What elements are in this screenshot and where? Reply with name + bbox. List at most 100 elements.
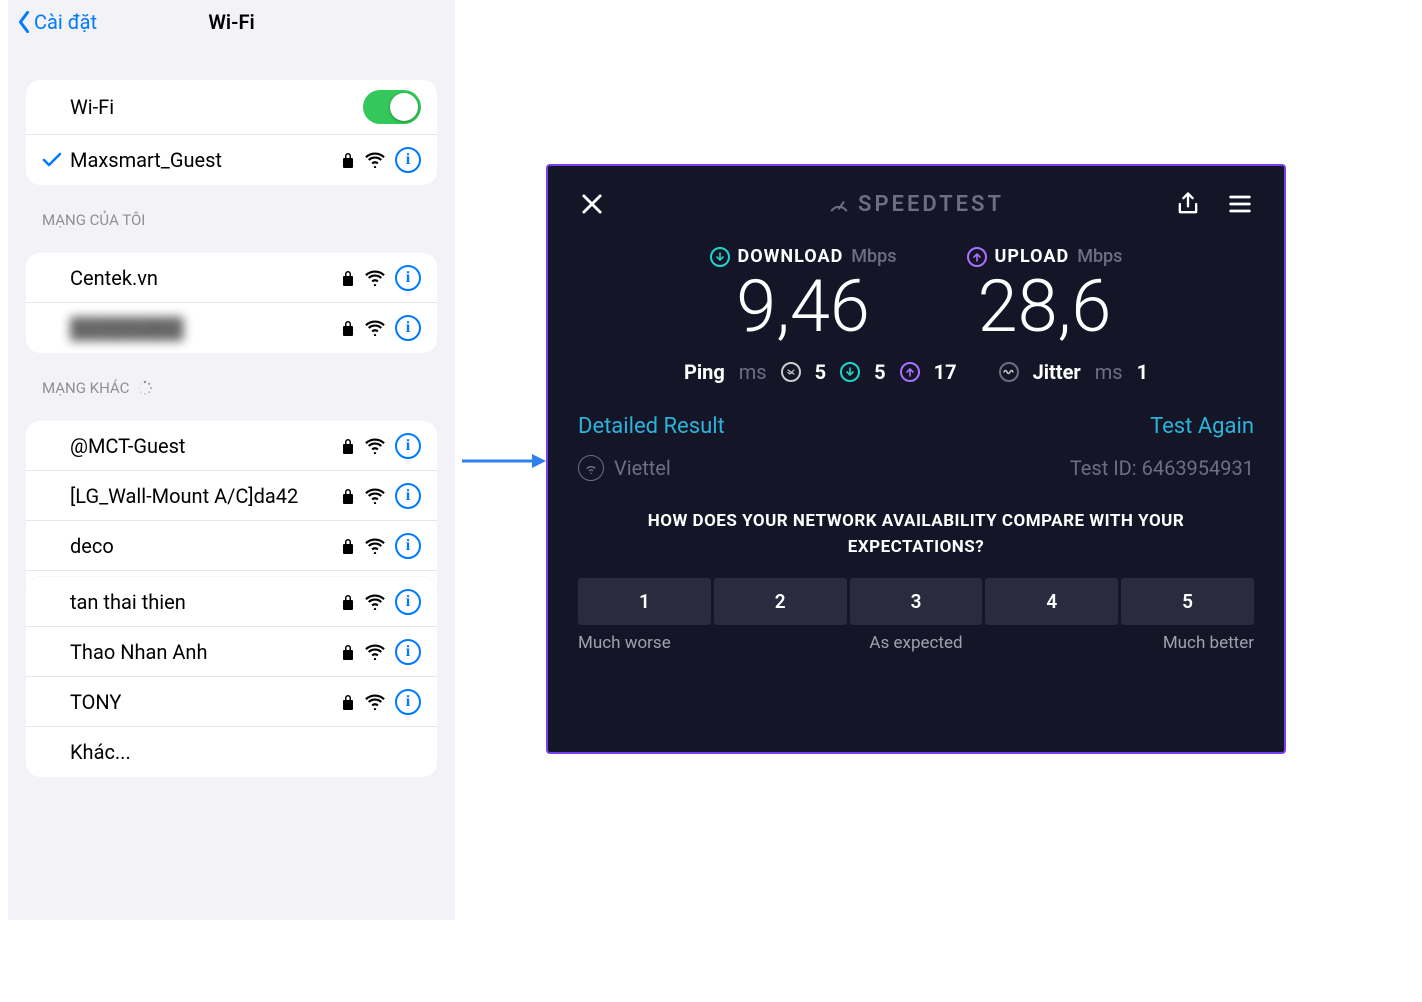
ping-idle-icon <box>781 362 801 382</box>
connected-network-row[interactable]: Maxsmart_Guest i <box>26 135 437 185</box>
wifi-icon <box>365 694 385 710</box>
ping-up-value: 17 <box>934 360 957 384</box>
spinner-icon <box>137 380 153 396</box>
download-value: 9,46 <box>710 267 897 346</box>
test-again-link[interactable]: Test Again <box>1150 414 1254 439</box>
network-row[interactable]: deco i <box>26 521 437 571</box>
jitter-unit: ms <box>1095 360 1123 384</box>
rating-3-button[interactable]: 3 <box>850 578 983 625</box>
wifi-icon <box>365 438 385 454</box>
lock-icon <box>341 319 355 337</box>
wifi-icon <box>365 644 385 660</box>
other-network-label: Khác... <box>70 740 421 764</box>
ping-down-icon <box>840 362 860 382</box>
network-row[interactable]: TONY i <box>26 677 437 727</box>
rating-1-button[interactable]: 1 <box>578 578 711 625</box>
test-id-label: Test ID: <box>1070 456 1137 480</box>
jitter-label: Jitter <box>1033 360 1081 384</box>
rating-2-button[interactable]: 2 <box>714 578 847 625</box>
wifi-toggle[interactable] <box>363 90 421 124</box>
info-icon[interactable]: i <box>395 533 421 559</box>
network-row[interactable]: Thao Nhan Anh i <box>26 627 437 677</box>
lock-icon <box>341 151 355 169</box>
wifi-icon <box>365 594 385 610</box>
ping-up-icon <box>900 362 920 382</box>
wifi-icon <box>365 270 385 286</box>
info-icon[interactable]: i <box>395 147 421 173</box>
wifi-small-icon <box>578 455 604 481</box>
download-metric: DOWNLOAD Mbps 9,46 <box>710 246 897 346</box>
speed-links-row: Detailed Result Test Again <box>578 414 1254 439</box>
network-name: [LG_Wall-Mount A/C]da42 <box>70 484 341 508</box>
network-row[interactable]: Centek.vn i <box>26 253 437 303</box>
network-name: tan thai thien <box>70 590 341 614</box>
ping-idle-value: 5 <box>815 360 826 384</box>
isp-name: Viettel <box>614 456 671 480</box>
speed-meta-row: Viettel Test ID: 6463954931 <box>578 455 1254 481</box>
lock-icon <box>341 487 355 505</box>
wifi-icon <box>365 488 385 504</box>
wifi-icon <box>365 320 385 336</box>
network-row-redacted[interactable]: ████████ i <box>26 303 437 353</box>
share-icon[interactable] <box>1174 190 1202 218</box>
info-icon[interactable]: i <box>395 315 421 341</box>
section-my-networks-label: MẠNG CỦA TÔI <box>42 211 421 229</box>
speed-metrics: DOWNLOAD Mbps 9,46 UPLOAD Mbps 28,6 <box>578 246 1254 346</box>
network-name-redacted: ████████ <box>70 316 341 341</box>
network-name: @MCT-Guest <box>70 434 341 458</box>
chevron-left-icon <box>16 10 32 34</box>
section-other-networks-label: MẠNG KHÁC <box>42 379 421 397</box>
my-networks-group: Centek.vn i ████████ i <box>26 253 437 353</box>
other-network-row[interactable]: Khác... <box>26 727 437 777</box>
other-networks-group-2: tan thai thien i Thao Nhan Anh i TONY i <box>26 577 437 777</box>
network-row[interactable]: tan thai thien i <box>26 577 437 627</box>
upload-value: 28,6 <box>967 267 1123 346</box>
lock-icon <box>341 269 355 287</box>
info-icon[interactable]: i <box>395 265 421 291</box>
wifi-icon <box>365 152 385 168</box>
back-label: Cài đặt <box>34 10 97 34</box>
checkmark-icon <box>42 152 62 168</box>
ping-unit: ms <box>739 360 767 384</box>
rating-4-button[interactable]: 4 <box>985 578 1118 625</box>
ios-wifi-settings-panel: Cài đặt Wi-Fi Wi-Fi Maxsmart_Guest i MẠN… <box>8 0 455 920</box>
network-name: TONY <box>70 690 341 714</box>
network-name: Centek.vn <box>70 266 341 290</box>
speedtest-panel: SPEEDTEST DOWNLOAD Mbps 9,46 <box>546 164 1286 754</box>
jitter-value: 1 <box>1137 360 1148 384</box>
info-icon[interactable]: i <box>395 589 421 615</box>
wifi-icon <box>365 538 385 554</box>
test-id-value: 6463954931 <box>1142 456 1254 480</box>
jitter-icon <box>999 362 1019 382</box>
ios-nav-bar: Cài đặt Wi-Fi <box>8 0 455 44</box>
arrow-icon <box>460 451 546 471</box>
lock-icon <box>341 537 355 555</box>
rating-5-button[interactable]: 5 <box>1121 578 1254 625</box>
info-icon[interactable]: i <box>395 483 421 509</box>
network-row[interactable]: [LG_Wall-Mount A/C]da42 i <box>26 471 437 521</box>
wifi-toggle-group: Wi-Fi Maxsmart_Guest i <box>26 80 437 185</box>
lock-icon <box>341 693 355 711</box>
detailed-result-link[interactable]: Detailed Result <box>578 414 725 439</box>
rating-row: 1 2 3 4 5 <box>578 578 1254 625</box>
network-name: deco <box>70 534 341 558</box>
info-icon[interactable]: i <box>395 689 421 715</box>
info-icon[interactable]: i <box>395 639 421 665</box>
ping-label: Ping <box>684 360 725 384</box>
back-button[interactable]: Cài đặt <box>8 10 97 34</box>
rating-mid-label: As expected <box>578 633 1254 653</box>
connected-network-label: Maxsmart_Guest <box>70 148 341 172</box>
ping-down-value: 5 <box>874 360 885 384</box>
menu-icon[interactable] <box>1226 190 1254 218</box>
wifi-toggle-row: Wi-Fi <box>26 80 437 135</box>
download-arrow-icon <box>710 247 730 267</box>
ping-row: Ping ms 5 5 17 Jitter ms 1 <box>578 360 1254 384</box>
survey-question: HOW DOES YOUR NETWORK AVAILABILITY COMPA… <box>578 509 1254 560</box>
close-icon[interactable] <box>578 190 606 218</box>
network-row[interactable]: @MCT-Guest i <box>26 421 437 471</box>
lock-icon <box>341 437 355 455</box>
wifi-label: Wi-Fi <box>70 95 363 119</box>
upload-metric: UPLOAD Mbps 28,6 <box>967 246 1123 346</box>
info-icon[interactable]: i <box>395 433 421 459</box>
lock-icon <box>341 643 355 661</box>
